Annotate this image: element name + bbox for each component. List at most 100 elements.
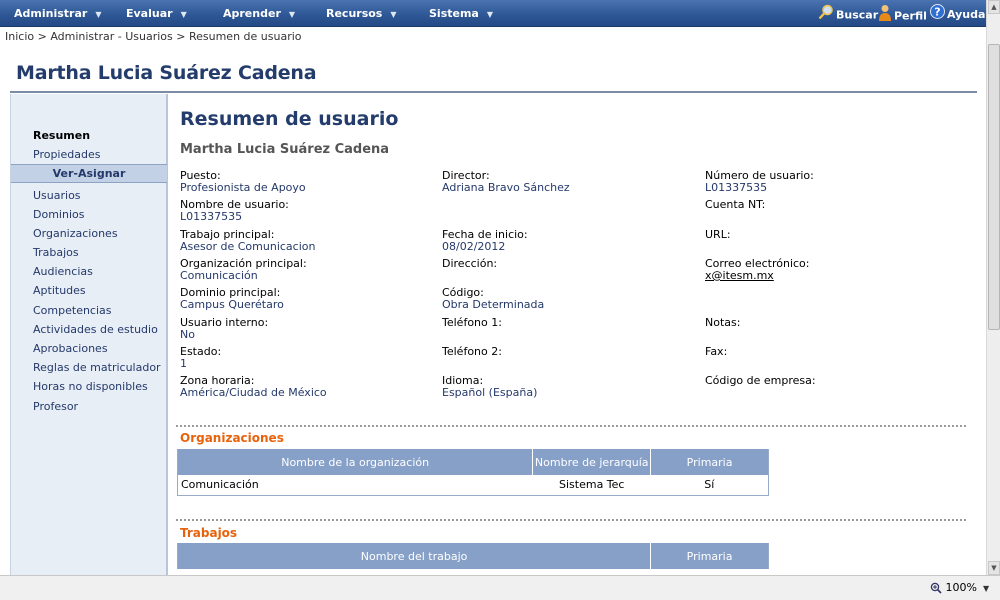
chevron-down-icon: ▼ [486, 10, 493, 19]
user-name: Martha Lucia Suárez Cadena [180, 142, 390, 157]
field-label: Notas: [705, 316, 741, 329]
search-icon [818, 4, 834, 27]
chevron-down-icon: ▼ [180, 10, 187, 19]
sidebar-item-reglas-de-matriculador[interactable]: Reglas de matriculador [33, 361, 161, 374]
field-url: URL: [705, 229, 955, 241]
sidebar-item-propiedades[interactable]: Propiedades [33, 148, 100, 161]
field-estado: Estado: 1 [180, 346, 430, 370]
field-value: Obra Determinada [442, 298, 545, 311]
field-telefono-1: Teléfono 1: [442, 317, 692, 329]
field-nombre-de-usuario: Nombre de usuario: L01337535 [180, 199, 430, 223]
field-codigo: Código: Obra Determinada [442, 287, 692, 311]
table-cell: Sistema Tec [532, 475, 651, 496]
sidebar-item-profesor[interactable]: Profesor [33, 400, 78, 413]
menu-recursos[interactable]: Recursos ▼ [326, 0, 397, 27]
field-fax: Fax: [705, 346, 955, 358]
search-label: Buscar [836, 8, 879, 22]
svg-text:?: ? [934, 6, 940, 19]
field-numero-de-usuario: Número de usuario: L01337535 [705, 170, 955, 194]
zoom-level: 100% [945, 581, 977, 594]
organizations-heading: Organizaciones [180, 431, 284, 445]
breadcrumb[interactable]: Inicio > Administrar - Usuarios > Resume… [5, 30, 302, 43]
menu-sistema[interactable]: Sistema ▼ [429, 0, 493, 27]
help-link[interactable]: ? Ayuda [930, 4, 985, 24]
sidebar: Resumen Propiedades Ver-Asignar Usuarios… [10, 94, 168, 575]
zoom-control[interactable]: 100% ▼ [930, 581, 989, 594]
menu-aprender[interactable]: Aprender ▼ [223, 0, 295, 27]
page-title: Martha Lucia Suárez Cadena [16, 62, 317, 84]
field-value: 1 [180, 357, 187, 370]
sidebar-item-audiencias[interactable]: Audiencias [33, 265, 93, 278]
top-navigation-bar: Administrar ▼ Evaluar ▼ Aprender ▼ Recursos… [0, 0, 986, 27]
scroll-down-icon[interactable]: ▼ [988, 561, 1000, 575]
menu-label: Sistema [429, 7, 479, 20]
email-link[interactable]: x@itesm.mx [705, 270, 955, 282]
table-header-row: Nombre de la organización Nombre de jera… [177, 449, 769, 475]
section-title: Resumen de usuario [180, 108, 399, 130]
sidebar-item-actividades-de-estudio[interactable]: Actividades de estudio [33, 323, 158, 336]
field-fecha-de-inicio: Fecha de inicio: 08/02/2012 [442, 229, 692, 253]
column-header[interactable]: Nombre de la organización [177, 449, 534, 475]
field-value: Asesor de Comunicacion [180, 240, 316, 253]
field-label: Dirección: [442, 257, 498, 270]
scrollbar-thumb[interactable] [988, 44, 1000, 330]
field-direccion: Dirección: [442, 258, 692, 270]
scroll-up-icon[interactable]: ▲ [988, 0, 1000, 14]
field-organizacion-principal: Organización principal: Comunicación [180, 258, 430, 282]
field-label: Código de empresa: [705, 374, 816, 387]
field-codigo-de-empresa: Código de empresa: [705, 375, 955, 387]
sidebar-item-horas-no-disponibles[interactable]: Horas no disponibles [33, 380, 148, 393]
sidebar-item-aprobaciones[interactable]: Aprobaciones [33, 342, 108, 355]
help-label: Ayuda [947, 8, 986, 21]
field-label: Cuenta NT: [705, 198, 766, 211]
field-label: Teléfono 2: [442, 345, 502, 358]
profile-icon [878, 4, 892, 29]
jobs-table: Nombre del trabajo Primaria [177, 543, 769, 569]
field-zona-horaria: Zona horaria: América/Ciudad de México [180, 375, 430, 399]
table-cell: Sí [650, 475, 769, 496]
field-trabajo-principal: Trabajo principal: Asesor de Comunicacio… [180, 229, 430, 253]
field-value: Profesionista de Apoyo [180, 181, 306, 194]
field-label: Usuario interno: [180, 316, 269, 329]
chevron-down-icon: ▼ [95, 10, 102, 19]
field-puesto: Puesto: Profesionista de Apoyo [180, 170, 430, 194]
column-header[interactable]: Primaria [650, 449, 769, 475]
field-idioma: Idioma: Español (España) [442, 375, 692, 399]
field-director: Director: Adriana Bravo Sánchez [442, 170, 692, 194]
header-divider [10, 91, 977, 93]
column-header[interactable]: Nombre del trabajo [177, 543, 652, 569]
chevron-down-icon[interactable]: ▼ [983, 584, 989, 593]
sidebar-item-aptitudes[interactable]: Aptitudes [33, 284, 86, 297]
sidebar-section-ver-asignar: Ver-Asignar [11, 164, 167, 183]
field-value: 08/02/2012 [442, 240, 506, 253]
sidebar-item-usuarios[interactable]: Usuarios [33, 189, 81, 202]
profile-link[interactable]: Perfil [878, 4, 927, 24]
sidebar-item-dominios[interactable]: Dominios [33, 208, 84, 221]
menu-administrar[interactable]: Administrar ▼ [14, 0, 101, 27]
sidebar-item-competencias[interactable]: Competencias [33, 304, 112, 317]
field-notas: Notas: [705, 317, 955, 329]
search-link[interactable]: Buscar [818, 4, 878, 24]
field-label: URL: [705, 228, 731, 241]
field-usuario-interno: Usuario interno: No [180, 317, 430, 341]
vertical-scrollbar[interactable]: ▲ ▼ [986, 0, 1000, 575]
menu-label: Evaluar [126, 7, 173, 20]
field-value: América/Ciudad de México [180, 386, 327, 399]
field-value: No [180, 328, 195, 341]
organizations-table: Nombre de la organización Nombre de jera… [177, 449, 769, 496]
sidebar-item-trabajos[interactable]: Trabajos [33, 246, 79, 259]
field-label: Estado: [180, 345, 222, 358]
table-cell: Comunicación [177, 475, 533, 496]
section-divider [176, 425, 966, 427]
sidebar-item-organizaciones[interactable]: Organizaciones [33, 227, 118, 240]
column-header[interactable]: Nombre de jerarquía [532, 449, 652, 475]
zoom-icon [930, 581, 946, 594]
table-header-row: Nombre del trabajo Primaria [177, 543, 769, 569]
chevron-down-icon: ▼ [288, 10, 296, 19]
column-header[interactable]: Primaria [650, 543, 769, 569]
field-value: L01337535 [180, 210, 243, 223]
menu-evaluar[interactable]: Evaluar ▼ [126, 0, 187, 27]
section-divider [176, 519, 966, 521]
field-value: Español (España) [442, 386, 538, 399]
sidebar-item-resumen[interactable]: Resumen [33, 129, 90, 142]
